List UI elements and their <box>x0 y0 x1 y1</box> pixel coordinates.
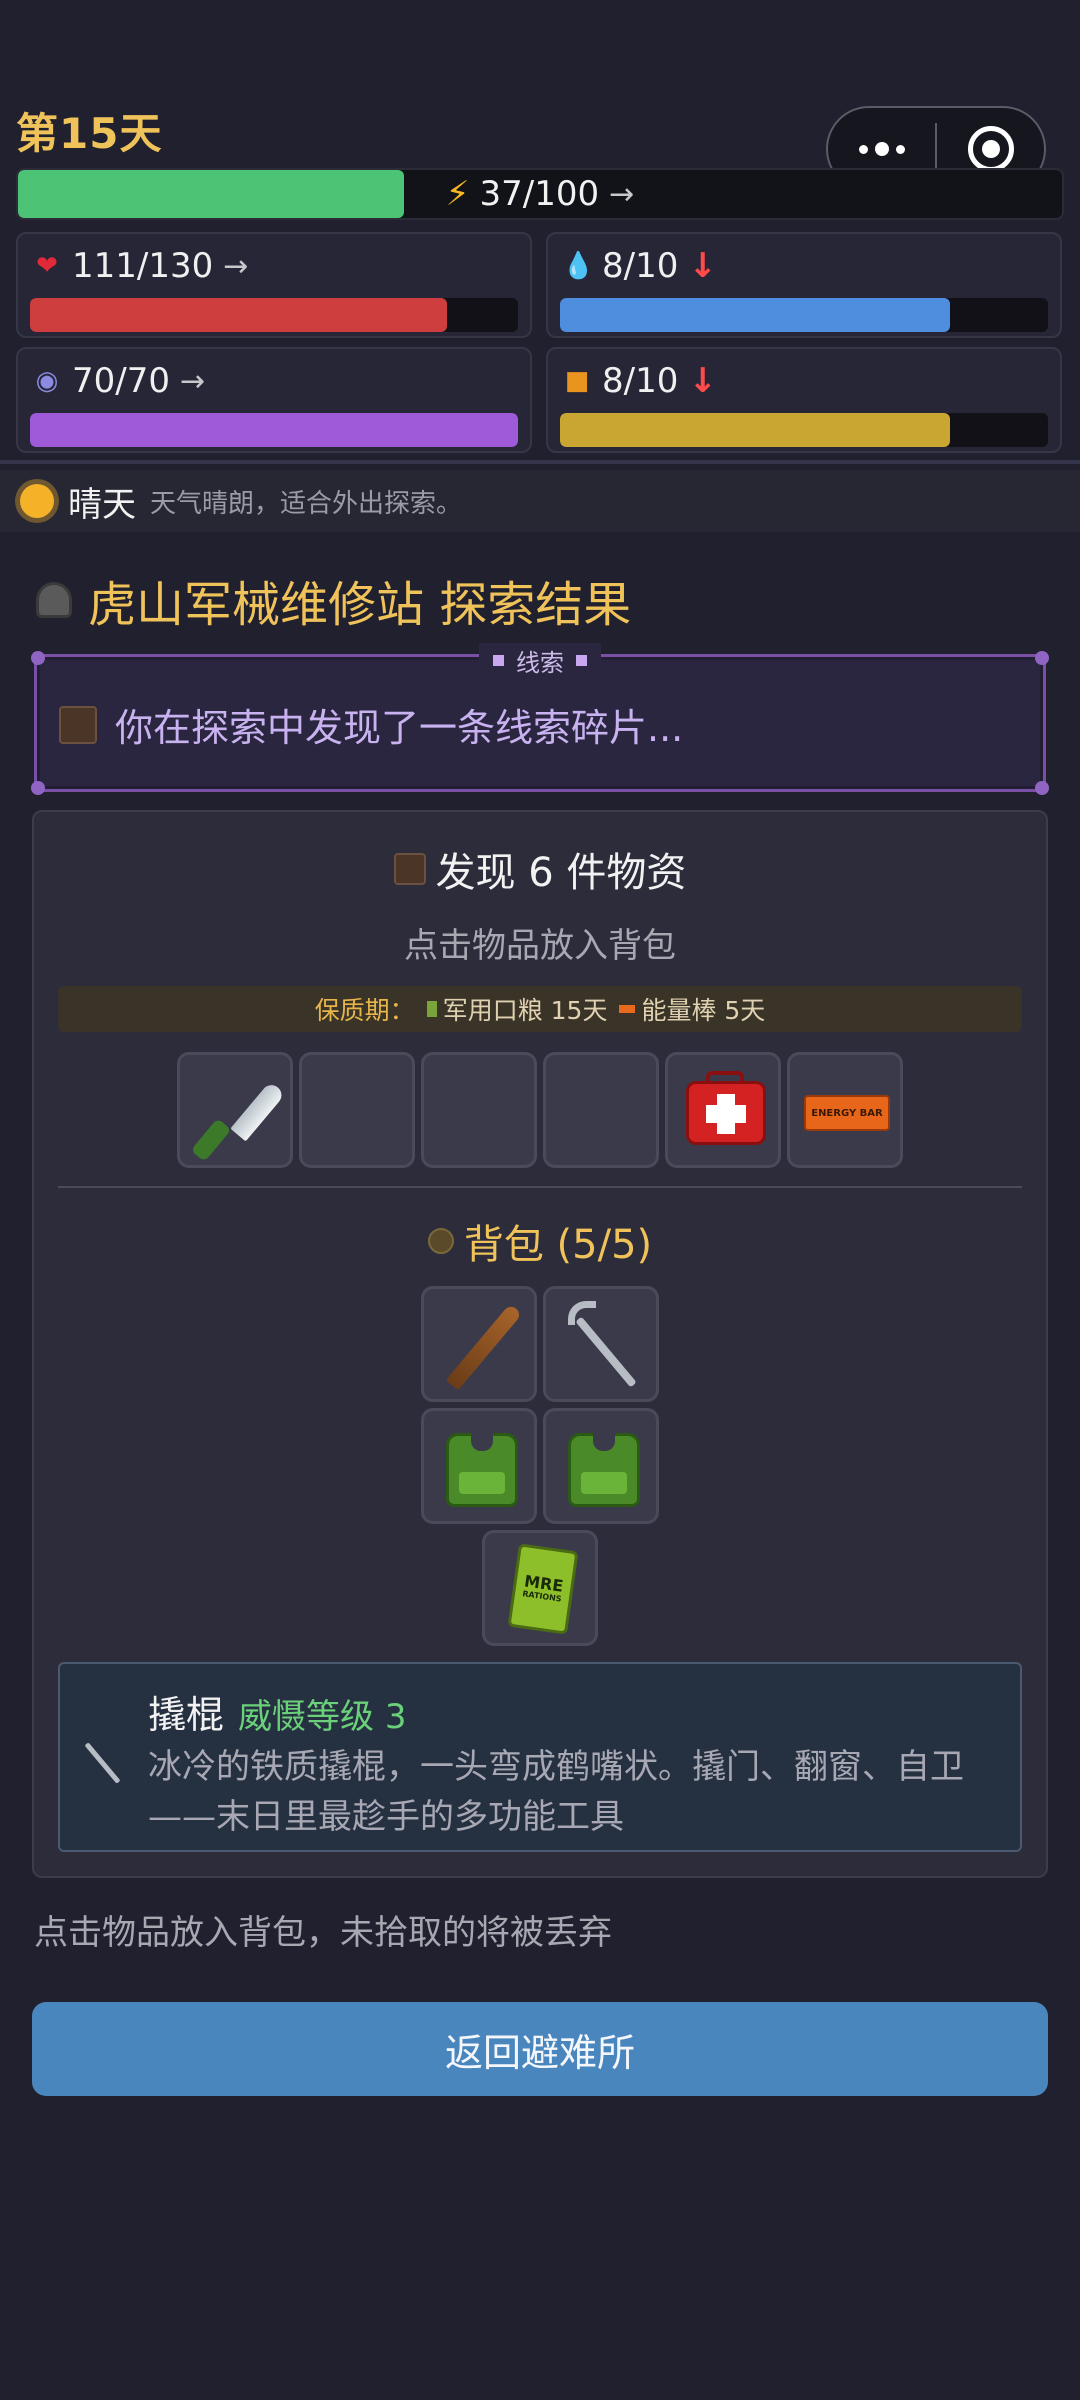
shelf-item-mre: 军用口粮 15天 <box>442 996 608 1025</box>
mre-icon: MRE RATIONS <box>507 1543 579 1635</box>
food-fill <box>560 413 951 447</box>
water-trend: ↓ <box>688 246 717 286</box>
return-to-shelter-button[interactable]: 返回避难所 <box>32 2002 1048 2096</box>
backpack-row-2 <box>34 1408 1046 1524</box>
crate-icon <box>393 853 426 885</box>
weather-name: 晴天 <box>68 484 136 525</box>
bag-slot-4[interactable] <box>543 1408 659 1524</box>
health-value: 111/130 <box>72 246 214 286</box>
more-dots-icon <box>858 144 868 154</box>
stat-food: ■ 8/10 ↓ <box>546 347 1062 453</box>
found-slot-3[interactable] <box>421 1052 537 1168</box>
tactical-vest-icon <box>568 1433 640 1507</box>
food-value: 8/10 <box>602 361 679 401</box>
health-fill <box>30 298 447 332</box>
energy-bar-text: ENERGY BAR <box>811 1107 883 1119</box>
sanity-fill <box>30 413 518 447</box>
backpack-icon <box>427 1228 454 1254</box>
location-title-text: 虎山军械维修站 探索结果 <box>88 577 632 633</box>
brain-icon: ◉ <box>35 366 59 396</box>
found-slot-4[interactable] <box>543 1052 659 1168</box>
close-button[interactable] <box>937 126 1044 172</box>
water-drop-icon: 💧 <box>562 251 595 281</box>
pickup-hint: 点击物品放入背包 <box>404 926 676 966</box>
bag-slot-2[interactable] <box>543 1286 659 1402</box>
item-description: 冰冷的铁质撬棍，一头弯成鹤嘴状。撬门、翻窗、自卫——末日里最趁手的多功能工具 <box>148 1747 964 1837</box>
stat-health: ❤ 111/130 → <box>16 232 532 338</box>
target-icon <box>967 126 1014 172</box>
discard-note: 点击物品放入背包，未拾取的将被丢弃 <box>34 1913 612 1953</box>
found-slot-1[interactable] <box>177 1052 293 1168</box>
sanity-value: 70/70 <box>72 361 170 401</box>
weather-bar: 晴天 天气晴朗，适合外出探索。 <box>0 470 1080 532</box>
bag-slot-3[interactable] <box>421 1408 537 1524</box>
energy-bar-icon: ENERGY BAR <box>804 1095 890 1131</box>
weather-desc: 天气晴朗，适合外出探索。 <box>150 488 463 519</box>
backpack-row-3: MRE RATIONS <box>34 1530 1046 1646</box>
energy-bar: ⚡ 37/100 → <box>16 168 1064 220</box>
knife-icon <box>190 1118 232 1162</box>
day-counter: 第15天 <box>16 109 163 158</box>
location-title: 虎山军械维修站 探索结果 <box>36 565 631 635</box>
shelf-item-energy-bar: 能量棒 5天 <box>641 996 766 1025</box>
divider <box>0 460 1080 464</box>
energy-value: 37/100 <box>479 174 600 214</box>
water-fill <box>560 298 951 332</box>
loot-panel: 发现 6 件物资 点击物品放入背包 保质期： 军用口粮 15天 能量棒 5天 E… <box>32 810 1048 1878</box>
bag-slot-5[interactable]: MRE RATIONS <box>482 1530 598 1646</box>
food-trend: ↓ <box>688 361 717 401</box>
clue-tag-label: 线索 <box>516 649 564 677</box>
bag-slot-1[interactable] <box>421 1286 537 1402</box>
stat-water: 💧 8/10 ↓ <box>546 232 1062 338</box>
energy-trend: → <box>609 176 635 212</box>
medkit-icon <box>686 1081 766 1145</box>
found-slot-5[interactable] <box>665 1052 781 1168</box>
found-items-grid: ENERGY BAR <box>34 1052 1046 1168</box>
clue-text: 你在探索中发现了一条线索碎片... <box>115 706 684 750</box>
shelf-life-label: 保质期： <box>314 996 415 1025</box>
crowbar-icon <box>575 1316 637 1388</box>
lightning-icon: ⚡ <box>445 174 470 214</box>
found-title: 发现 6 件物资 <box>435 850 687 896</box>
item-name: 撬棍 <box>148 1693 225 1737</box>
backpack-title: 背包 (5/5) <box>463 1222 653 1268</box>
more-button[interactable] <box>828 142 935 156</box>
sanity-trend: → <box>179 363 206 399</box>
helmet-icon <box>36 582 72 618</box>
clue-fragment-icon <box>59 705 97 744</box>
sun-icon <box>20 484 54 518</box>
shelf-life-bar: 保质期： 军用口粮 15天 能量棒 5天 <box>58 986 1022 1032</box>
stat-sanity: ◉ 70/70 → <box>16 347 532 453</box>
found-slot-6[interactable]: ENERGY BAR <box>787 1052 903 1168</box>
item-deterrence-level: 威慑等级 3 <box>238 1697 407 1737</box>
heart-icon: ❤ <box>36 251 58 281</box>
water-value: 8/10 <box>602 246 679 286</box>
energy-bar-mini-icon <box>619 1005 636 1013</box>
clue-tag: 线索 <box>479 643 601 678</box>
health-trend: → <box>223 248 249 284</box>
mre-mini-icon <box>426 1001 437 1017</box>
clue-box[interactable]: 线索 你在探索中发现了一条线索碎片... <box>31 643 1049 795</box>
crowbar-icon <box>80 1736 128 1784</box>
found-slot-2[interactable] <box>299 1052 415 1168</box>
section-divider <box>58 1186 1022 1188</box>
backpack-row-1 <box>34 1286 1046 1402</box>
baseball-bat-icon <box>445 1303 523 1391</box>
tactical-vest-icon <box>446 1433 518 1507</box>
item-detail-card: 撬棍 威慑等级 3 冰冷的铁质撬棍，一头弯成鹤嘴状。撬门、翻窗、自卫——末日里最… <box>58 1662 1022 1852</box>
food-icon: ■ <box>564 366 590 396</box>
